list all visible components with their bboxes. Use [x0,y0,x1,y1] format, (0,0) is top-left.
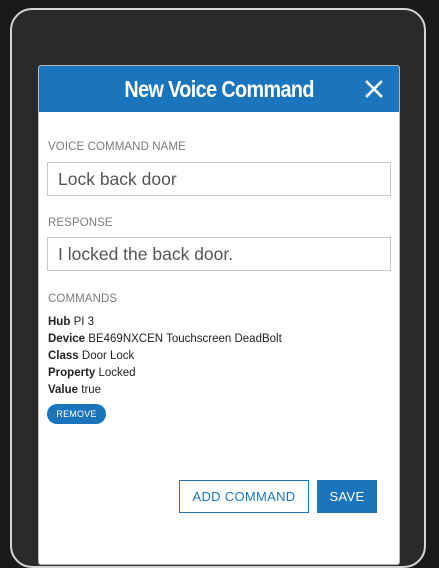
close-icon[interactable] [363,78,385,100]
new-voice-command-dialog: New Voice Command VOICE COMMAND NAME RES… [38,65,400,565]
command-property: Property Locked [48,367,136,379]
command-device-value: BE469NXCEN Touchscreen DeadBolt [88,333,282,345]
dialog-header: New Voice Command [39,66,399,112]
command-device-key: Device [48,333,86,345]
command-device: Device BE469NXCEN Touchscreen DeadBolt [48,333,282,345]
dialog-title: New Voice Command [124,75,314,102]
command-class-key: Class [48,350,79,362]
voice-command-name-input[interactable] [47,162,391,196]
add-command-button[interactable]: ADD COMMAND [179,480,309,513]
command-value: Value true [48,384,101,396]
command-value-value: true [81,384,102,396]
command-class: Class Door Lock [48,350,134,362]
remove-command-button[interactable]: REMOVE [47,404,106,424]
command-hub: Hub PI 3 [48,316,94,328]
voice-command-name-label: VOICE COMMAND NAME [48,141,186,153]
response-input[interactable] [47,237,391,271]
command-property-key: Property [48,367,96,379]
save-button[interactable]: SAVE [317,480,377,513]
command-value-key: Value [48,384,79,396]
response-label: RESPONSE [48,217,113,229]
commands-label: COMMANDS [48,293,118,305]
command-class-value: Door Lock [81,350,135,362]
command-hub-value: PI 3 [73,316,95,328]
command-property-value: Locked [98,367,136,379]
command-hub-key: Hub [48,316,71,328]
